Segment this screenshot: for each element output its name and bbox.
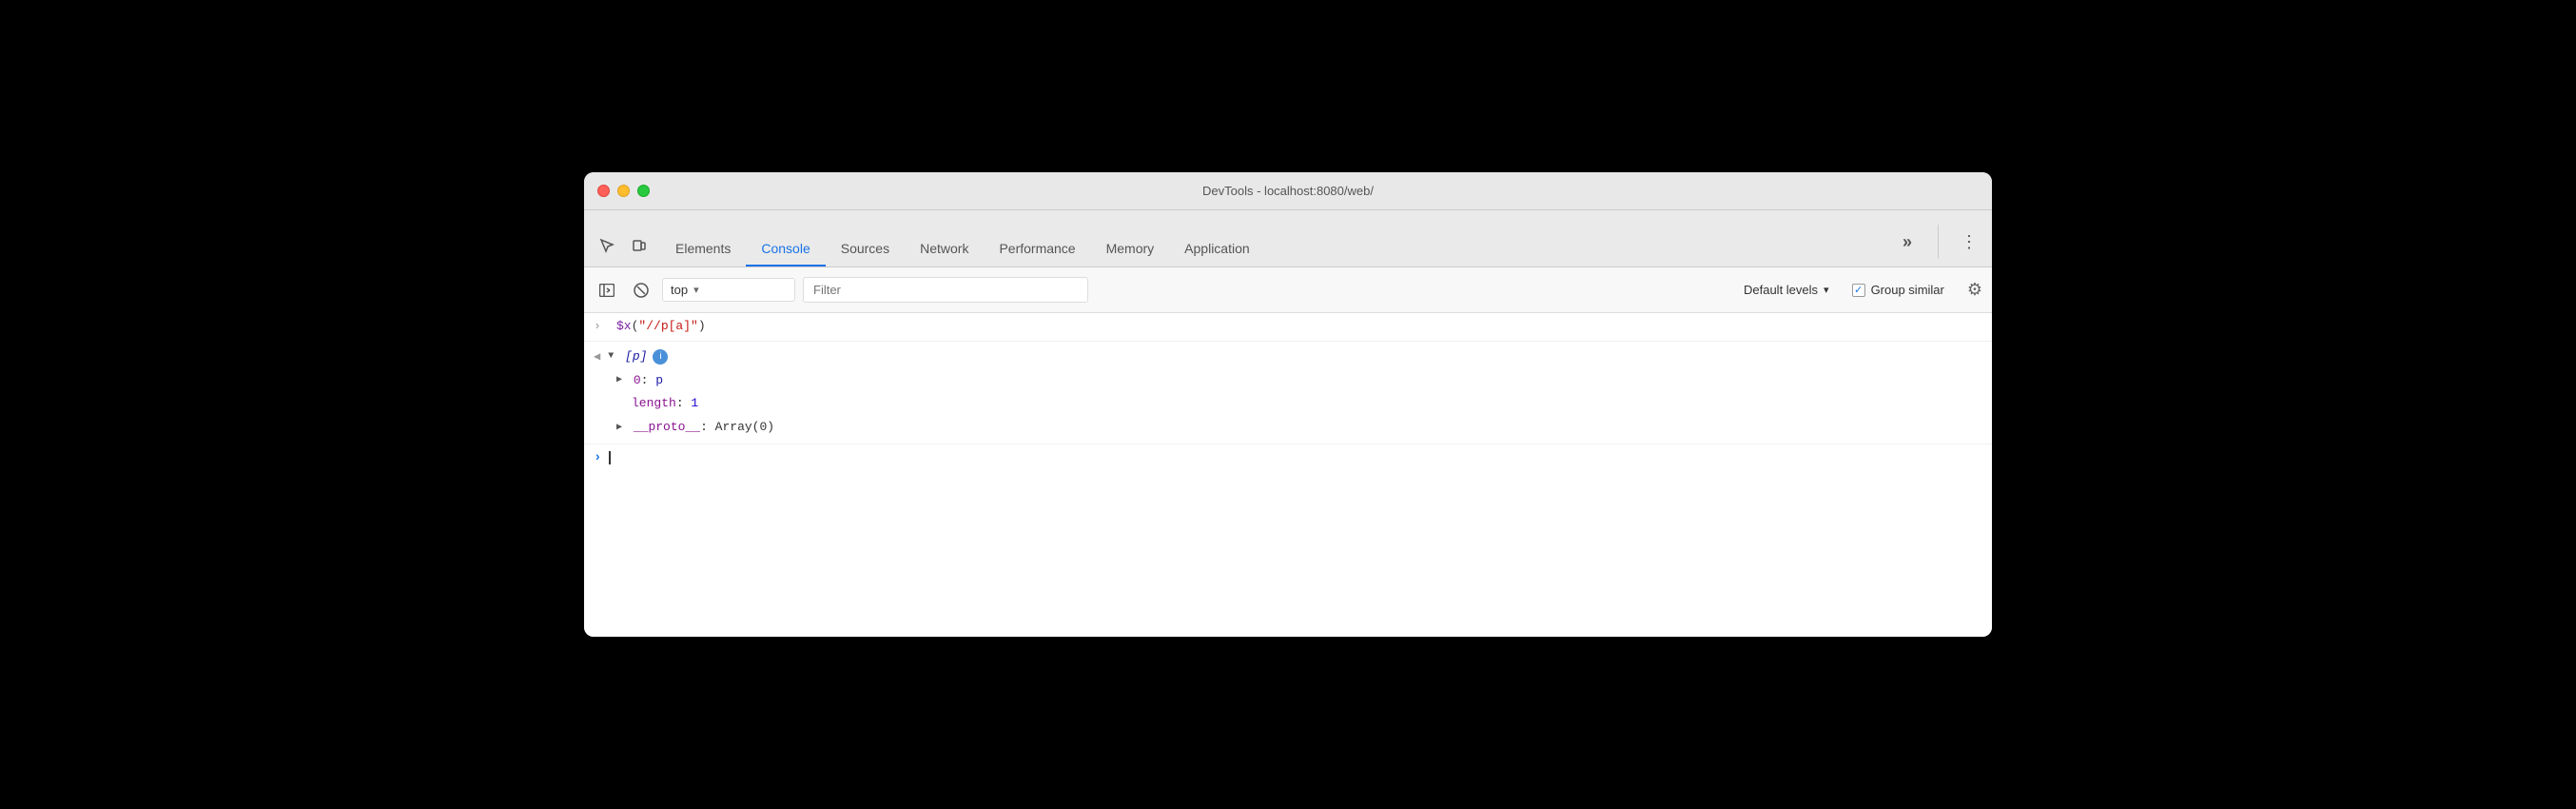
title-bar: DevTools - localhost:8080/web/ [584,172,1992,210]
more-tabs-button[interactable]: » [1894,228,1921,255]
array-label: [p] [617,347,647,367]
result-root: ◀ ▼ [p] i [594,345,668,369]
tab-console[interactable]: Console [746,232,825,266]
log-levels-button[interactable]: Default levels ▾ [1744,283,1829,297]
tab-network[interactable]: Network [905,232,984,266]
device-toolbar-icon[interactable] [626,232,653,259]
prop-val-0: p [655,371,663,391]
group-similar-checkbox[interactable]: ✓ [1852,284,1865,297]
levels-dropdown-icon: ▾ [1824,284,1829,296]
console-area: › $x("//p[a]") ◀ ▼ [p] i ▶ 0 : p [584,313,1992,637]
maximize-button[interactable] [637,185,650,197]
input-prompt-icon: › [594,450,601,465]
tab-application[interactable]: Application [1169,232,1265,266]
minimize-button[interactable] [617,185,630,197]
sidebar-toggle-icon[interactable] [594,277,620,304]
window-title: DevTools - localhost:8080/web/ [1202,184,1374,198]
tree-item-length: length : 1 [594,392,698,416]
devtools-menu-button[interactable]: ⋮ [1956,228,1982,255]
filter-input[interactable] [803,277,1088,303]
tabs-bar: Elements Console Sources Network Perform… [584,210,1992,267]
traffic-lights [597,185,650,197]
tab-memory[interactable]: Memory [1091,232,1170,266]
levels-label: Default levels [1744,283,1818,297]
prop-val-proto: Array(0) [715,418,774,438]
tab-sources[interactable]: Sources [826,232,905,266]
divider [1938,225,1939,259]
code-function: $x [616,319,632,333]
tree-item-0: ▶ 0 : p [594,369,663,393]
tree-item-proto: ▶ __proto__ : Array(0) [594,416,774,440]
prop-key-proto: __proto__ [626,418,700,438]
back-arrow-icon: ◀ [594,348,600,366]
collapse-arrow-icon[interactable]: ▼ [608,349,614,365]
command-text: $x("//p[a]") [616,317,706,337]
group-similar-label: Group similar [1871,283,1944,297]
item-expand-icon[interactable]: ▶ [616,373,622,388]
tab-performance[interactable]: Performance [984,232,1090,266]
prompt-chevron: › [594,317,609,337]
context-value: top [671,283,688,297]
close-button[interactable] [597,185,610,197]
devtools-window: DevTools - localhost:8080/web/ Elements … [584,172,1992,637]
prop-val-length: 1 [691,394,698,414]
code-string: "//p[a]" [638,319,697,333]
console-entry-command: › $x("//p[a]") [584,313,1992,342]
proto-expand-icon[interactable]: ▶ [616,421,622,436]
group-similar-checkbox-group[interactable]: ✓ Group similar [1852,283,1944,297]
clear-console-icon[interactable] [628,277,654,304]
tabs-right: » ⋮ [1894,225,1982,259]
info-badge: i [653,349,668,365]
dropdown-arrow-icon: ▾ [693,284,699,296]
prop-key-0: 0 [626,371,641,391]
settings-icon[interactable]: ⚙ [1967,280,1982,300]
context-selector[interactable]: top ▾ [662,278,795,302]
console-toolbar: top ▾ Default levels ▾ ✓ Group similar ⚙ [584,267,1992,313]
console-input-line[interactable]: › [584,444,1992,471]
prop-key-length: length [632,394,676,414]
tab-elements[interactable]: Elements [660,232,746,266]
text-cursor [609,451,611,464]
devtools-icons [594,232,653,259]
console-entry-result: ◀ ▼ [p] i ▶ 0 : p length : 1 ▶ __ [584,342,1992,444]
inspect-icon[interactable] [594,232,620,259]
